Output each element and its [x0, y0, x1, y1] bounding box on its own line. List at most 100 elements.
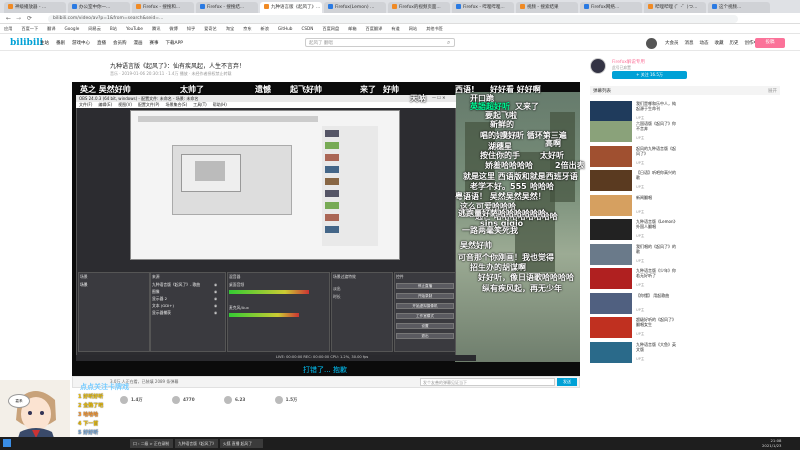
recommendation-thumbnail[interactable] [590, 194, 632, 216]
recommendation-title[interactable]: 九种语言版《Lemon》外国人翻唱 [636, 219, 676, 229]
recommendation-title[interactable]: 超级好听的《起风了》翻唱女生 [636, 317, 676, 327]
nav-item[interactable]: 直播 [97, 41, 106, 46]
obs-menu-item[interactable]: 配置文件(P) [138, 102, 160, 107]
recommendation-item[interactable]: 我们唱的《起风了》的歌 UP主 [590, 243, 780, 265]
recommendation-thumbnail[interactable] [590, 292, 632, 314]
header-nav-item[interactable]: 大会员 [665, 41, 679, 46]
user-avatar[interactable] [646, 38, 657, 49]
bookmark-item[interactable]: 邮箱 [348, 26, 356, 31]
bookmark-item[interactable]: 网易云 [88, 26, 101, 31]
bookmark-item[interactable]: YouTube [126, 26, 143, 31]
like-button[interactable]: 1.4万 [120, 396, 143, 404]
eye-icon[interactable]: ◉ [214, 310, 217, 315]
recommendation-thumbnail[interactable] [590, 243, 632, 265]
recommendation-author[interactable]: UP主 [636, 308, 644, 313]
obs-menu-item[interactable]: 视图(V) [118, 102, 132, 107]
recommendation-author[interactable]: UP主 [636, 136, 644, 141]
danmaku-send-button[interactable]: 发送 [557, 378, 577, 386]
recommendation-author[interactable]: UP主 [636, 161, 644, 166]
danmaku-list-header[interactable]: 弹幕列表 展开 [590, 86, 780, 95]
browser-tab[interactable]: 哔哩哔哩 (゜-゜)つ... [644, 2, 706, 13]
recommendation-author[interactable]: UP主 [636, 283, 644, 288]
nav-item[interactable]: 番剧 [56, 41, 65, 46]
recommendation-thumbnail[interactable] [590, 170, 632, 191]
recommendation-thumbnail[interactable] [590, 121, 632, 142]
recommendation-item[interactable]: 九种语言版《少年》你若无好听了 UP主 [590, 267, 780, 289]
recommendation-thumbnail[interactable] [590, 101, 632, 122]
source-item[interactable]: 显示器 2 [152, 296, 167, 302]
browser-tab[interactable]: 视频 - 搜索结果 [516, 2, 578, 13]
bookmark-item[interactable]: 百度一下 [21, 26, 38, 31]
bookmark-item[interactable]: 网站 [409, 26, 417, 31]
taskbar-item[interactable]: 口 ‹ 二级 > 正在录制 [130, 439, 173, 448]
search-icon[interactable]: ⌕ [447, 39, 450, 47]
recommendation-thumbnail[interactable] [590, 268, 632, 289]
share-button[interactable]: 1.5万 [274, 396, 297, 404]
scene-item[interactable]: 场景 [80, 282, 88, 288]
favorite-button[interactable]: 6.23 [223, 396, 245, 404]
header-nav-item[interactable]: 消息 [685, 41, 694, 46]
bookmark-item[interactable]: GitHub [278, 26, 293, 31]
recommendation-title[interactable]: 九种语言版《少年》你若无好听了 [636, 268, 676, 278]
transition-duration[interactable]: 时长 [333, 294, 341, 300]
forward-icon[interactable]: → [16, 15, 21, 22]
recommendation-item[interactable]: 【你懂】 用起歌曲 UP主 [590, 292, 780, 314]
window-controls-icon[interactable]: — ☐ ✕ [432, 95, 445, 100]
reload-icon[interactable]: ⟳ [27, 15, 32, 22]
recommendation-item[interactable]: 新闻翻唱 UP主 [590, 194, 780, 216]
obs-menu-item[interactable]: 帮助(H) [213, 102, 227, 107]
header-nav-item[interactable]: 动态 [700, 41, 709, 46]
taskbar-item[interactable]: 九种语言版《起风了》 [175, 439, 218, 448]
browser-tab[interactable]: Firefox网络... [580, 2, 642, 13]
source-item[interactable]: 显示器捕获 [152, 310, 171, 316]
recommendation-title[interactable]: 起风的九种语言版《起风了》 [636, 146, 676, 156]
eye-icon[interactable]: ◉ [214, 289, 217, 294]
recommendation-item[interactable]: 九种语言版《Lemon》外国人翻唱 UP主 [590, 218, 780, 240]
recommendation-title[interactable]: 六国语版《起风了》你不言弃 [636, 121, 676, 131]
recommendation-thumbnail[interactable] [590, 219, 632, 240]
search-input[interactable]: 起风了 翻唱 [305, 38, 455, 47]
danmaku-list-toggle[interactable]: 展开 [768, 88, 777, 94]
coin-button[interactable]: 4770 [171, 396, 195, 404]
bookmark-item[interactable]: 京东 [243, 26, 251, 31]
recommendation-title[interactable]: 我们唱的《起风了》的歌 [636, 244, 676, 254]
bookmark-item[interactable]: 应用 [4, 26, 12, 31]
bookmark-item[interactable]: 百度网盘 [322, 26, 339, 31]
obs-menu-item[interactable]: 文件(F) [79, 102, 92, 107]
eye-icon[interactable]: ◉ [214, 282, 217, 287]
eye-icon[interactable]: ◉ [214, 296, 217, 301]
obs-menu-item[interactable]: 编辑(E) [98, 102, 112, 107]
recommendation-item[interactable]: 起风的九种语言版《起风了》 UP主 [590, 145, 780, 167]
browser-tab[interactable]: 办公室中你一... [68, 2, 130, 13]
obs-control-button[interactable]: 工作室模式 [396, 313, 454, 319]
upload-button[interactable]: 投稿 [755, 38, 785, 48]
nav-item[interactable]: 游戏中心 [72, 41, 90, 46]
browser-tab[interactable]: Firefox(Lemon) ... [324, 2, 386, 13]
obs-menu-item[interactable]: 工具(T) [193, 102, 207, 107]
recommendation-thumbnail[interactable] [590, 317, 632, 338]
bookmark-item[interactable]: 翻译 [47, 26, 55, 31]
url-field[interactable]: bilibili.com/video/av?p=1&from=search&se… [48, 15, 738, 23]
nav-item[interactable]: 漫画 [134, 41, 143, 46]
header-nav-item[interactable]: 收藏 [715, 41, 724, 46]
obs-control-button[interactable]: 设置 [396, 323, 454, 329]
browser-tab[interactable]: 神级播放器 - ... [4, 2, 66, 13]
transition-fade[interactable]: 淡出 [333, 286, 341, 292]
source-item[interactable]: 文本 (GDI+) [152, 303, 174, 309]
bookmark-item[interactable]: 微博 [169, 26, 177, 31]
bookmark-item[interactable]: 其他书签 [426, 26, 443, 31]
bookmark-item[interactable]: 腾讯 [152, 26, 160, 31]
obs-menu-item[interactable]: 场景集合(S) [165, 102, 187, 107]
taskbar-item[interactable]: 火狐 直播 起风了 [220, 439, 263, 448]
recommendation-author[interactable]: UP主 [636, 185, 644, 190]
recommendation-author[interactable]: UP主 [636, 259, 644, 264]
header-nav-item[interactable]: 历史 [730, 41, 739, 46]
nav-item[interactable]: 赛事 [150, 41, 159, 46]
obs-control-button[interactable]: 开始录制 [396, 293, 454, 299]
danmaku-input[interactable]: 发个友善的弹幕见证当下 [420, 378, 555, 386]
bookmark-item[interactable]: B站 [110, 26, 117, 31]
recommendation-title[interactable]: 我们是哪和乐中人，纯起源于生命刊 [636, 101, 676, 111]
bookmark-item[interactable]: 百度翻译 [366, 26, 383, 31]
browser-tab[interactable]: Firefox - 哔哩哔哩... [452, 2, 514, 13]
bookmark-item[interactable]: 有道 [391, 26, 399, 31]
